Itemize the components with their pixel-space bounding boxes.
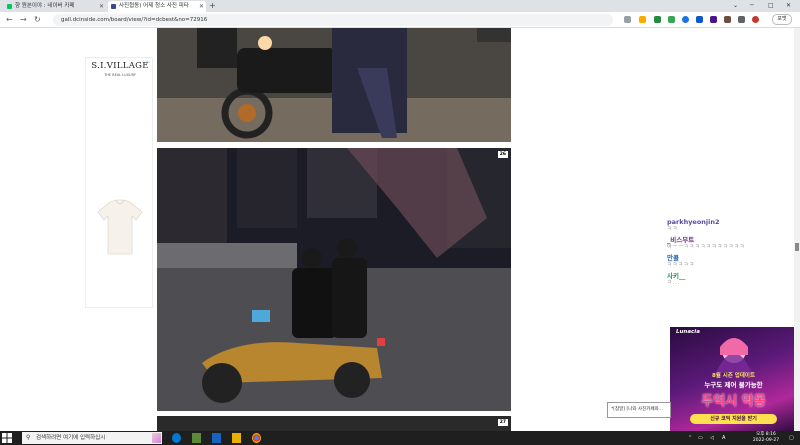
avatar[interactable] [752,16,759,23]
page-scrollbar[interactable] [794,28,800,431]
minecraft-icon[interactable] [192,433,201,443]
comment-list: parkhyeonjin2 ㅋㅋ _비스무트 아ㅡㅡㅋㅋㅋㅋㅋㅋㅋㅋㅋㅋㅋ 만콜… [667,218,792,290]
search-highlight-icon[interactable] [152,433,161,443]
extension-icon[interactable] [696,16,703,23]
banner-logo: Lunacia [676,329,700,335]
motorcycle-photo [157,28,511,142]
post-photo: 26 [157,148,511,411]
comment-text: ㅋㅋ [667,226,679,232]
maximize-button[interactable]: □ [768,0,774,11]
file-explorer-icon[interactable] [232,433,241,443]
comment-text: ㅋㅋㅋㅋㅋ [667,262,696,268]
list-item[interactable]: 사키__ ㅋ... [667,272,792,287]
network-icon[interactable]: ▭ [698,431,703,445]
ad-brand: S.I.VILLAGE [91,61,149,71]
post-photo [157,28,511,142]
taskbar-search-input[interactable]: ⚲ 검색하려면 여기에 입력하십시 [22,432,162,444]
clock-date: 2022-09-27 [752,438,780,443]
ad-choices-icon[interactable]: ▷ [147,59,150,64]
windows-start-icon[interactable] [2,433,12,443]
reload-icon[interactable]: ↻ [34,14,41,26]
browser-toolbar: ← → ↻ gall.dcinside.com/board/view/?id=d… [0,12,800,28]
extension-icon[interactable] [682,16,689,23]
taskbar-clock[interactable]: 오후 8:16 2022-09-27 [746,432,786,444]
tab-title: 향 원본이야 : 네이버 카페 [15,3,75,9]
banner-headline: 두억시 악몽 [701,394,766,409]
edge-icon[interactable] [172,433,181,443]
list-item[interactable]: _비스무트 아ㅡㅡㅋㅋㅋㅋㅋㅋㅋㅋㅋㅋㅋ [667,236,792,251]
ime-indicator[interactable]: A [722,431,725,445]
volume-icon[interactable]: ◁ [710,431,714,445]
list-item[interactable]: parkhyeonjin2 ㅋㅋ [667,218,792,233]
game-ad-banner[interactable]: Lunacia 8월 시즌 업데이트 누구도 제어 불가능한 두억시 악몽 신규… [670,327,797,431]
close-tab-icon[interactable]: ✕ [99,1,104,12]
tab-strip: 향 원본이야 : 네이버 카페 ✕ 사진협동) 어제 청소 사진 피타 ✕ + … [0,0,800,12]
photo-number-badge: 27 [497,419,508,426]
extension-icon[interactable] [710,16,717,23]
close-tab-icon[interactable]: ✕ [199,1,204,12]
share-icon[interactable] [624,16,631,23]
profile-button[interactable]: 포맷 [772,14,792,25]
url-text: gall.dcinside.com/board/view/?id=dcbest&… [61,17,208,23]
comment-user[interactable]: 만콜 [667,254,792,262]
page-viewport: S.I.VILLAGE THE REAL LUXURY ▷ 26 27 park… [0,28,800,431]
scooter-night-photo [157,148,511,411]
chrome-icon[interactable] [252,433,261,443]
list-item[interactable]: 만콜 ㅋㅋㅋㅋㅋ [667,254,792,269]
banner-cta-button[interactable]: 신규 코믹 지원을 받기 [690,414,777,424]
close-window-button[interactable]: ✕ [786,0,791,11]
new-tab-icon[interactable]: + [209,0,216,12]
notification-icon[interactable]: ▢ [789,431,794,445]
search-placeholder: 검색하려면 여기에 입력하십시 [36,435,106,441]
windows-taskbar: ⚲ 검색하려면 여기에 입력하십시 ⌃ ▭ ◁ A 오후 8:16 2022-0… [0,431,800,445]
banner-line1: 8월 시즌 업데이트 [711,373,756,379]
dcinside-favicon-icon [111,4,116,9]
side-advertisement[interactable]: S.I.VILLAGE THE REAL LUXURY ▷ [85,57,153,308]
bookmark-star-icon[interactable] [639,16,646,23]
comment-text: ㅋ... [667,280,681,286]
status-tooltip: *[참말] [나와 사진카페와... [607,402,671,418]
extension-icon[interactable] [724,16,731,23]
comment-user[interactable]: parkhyeonjin2 [667,218,792,226]
extension-icon[interactable] [654,16,661,23]
tab-title: 사진협동) 어제 청소 사진 피타 [119,3,189,9]
post-photo: 27 [157,416,511,431]
banner-line2: 누구도 제어 불가능한 [704,381,763,389]
comment-user[interactable]: 사키__ [667,272,792,280]
extensions-puzzle-icon[interactable] [738,16,745,23]
naver-cafe-favicon-icon [7,4,12,9]
character-art-image [716,338,752,373]
tab-naver-cafe[interactable]: 향 원본이야 : 네이버 카페 ✕ [4,1,106,12]
ad-tagline: THE REAL LUXURY [104,73,136,77]
address-bar[interactable]: gall.dcinside.com/board/view/?id=dcbest&… [53,14,613,26]
vscode-icon[interactable] [212,433,221,443]
search-icon: ⚲ [26,434,31,441]
photo-number-badge: 26 [497,151,508,158]
comment-text: 아ㅡㅡㅋㅋㅋㅋㅋㅋㅋㅋㅋㅋㅋ [667,244,746,250]
tray-chevron-icon[interactable]: ⌃ [688,431,692,445]
minimize-button[interactable]: ─ [750,0,754,11]
forward-icon[interactable]: → [20,14,27,26]
comment-user[interactable]: _비스무트 [667,236,792,244]
extension-icon[interactable] [668,16,675,23]
back-icon[interactable]: ← [6,14,13,26]
shirt-image [97,199,143,255]
tab-dcinside[interactable]: 사진협동) 어제 청소 사진 피타 ✕ [108,1,206,12]
scrollbar-thumb[interactable] [795,243,799,251]
tab-search-icon[interactable]: ⌄ [733,0,738,11]
